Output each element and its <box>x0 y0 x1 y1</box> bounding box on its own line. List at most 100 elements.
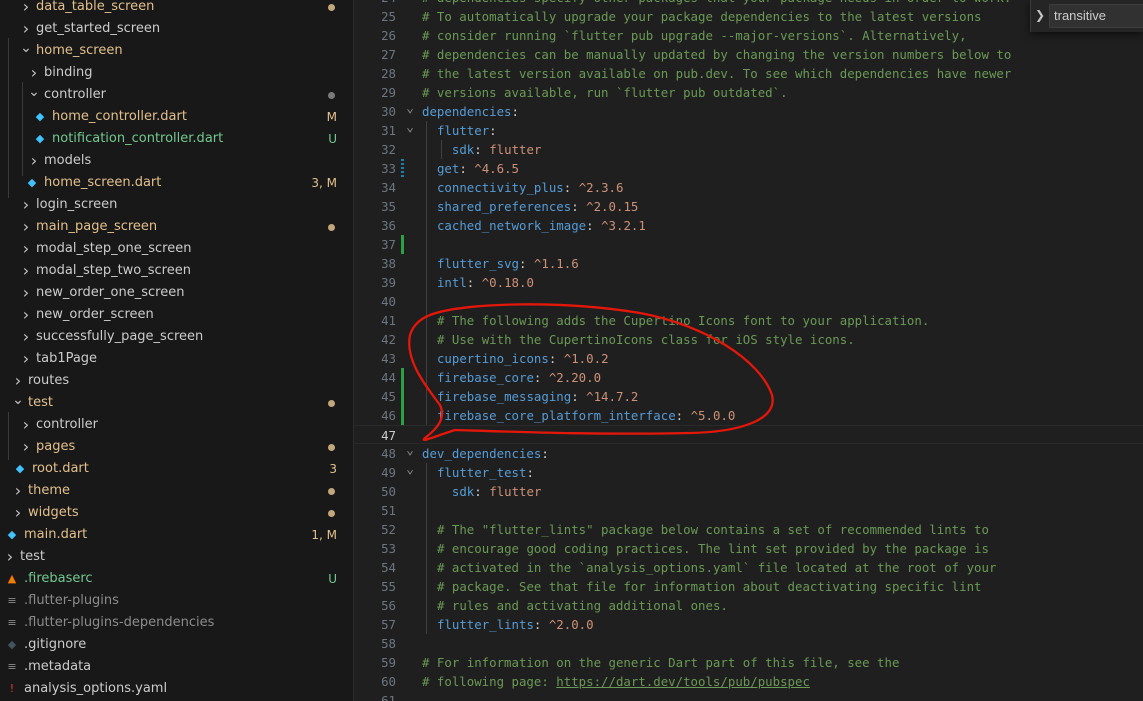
explorer-item[interactable]: ◆ home_controller.dart M <box>0 106 353 128</box>
code-line[interactable]: 37 <box>354 235 1143 254</box>
code-line[interactable]: 59 # For information on the generic Dart … <box>354 653 1143 672</box>
explorer-item[interactable]: › widgets <box>0 502 353 524</box>
code-text: connectivity_plus: ^2.3.6 <box>437 178 624 197</box>
explorer-item-label: tab1Page <box>36 351 98 366</box>
explorer-item[interactable]: ▲ .firebaserc U <box>0 568 353 590</box>
modified-dot-icon <box>328 510 335 517</box>
code-line[interactable]: 41 # The following adds the Cupertino Ico… <box>354 311 1143 330</box>
code-line[interactable]: 31 ⌄ flutter: <box>354 121 1143 140</box>
code-line[interactable]: 34 connectivity_plus: ^2.3.6 <box>354 178 1143 197</box>
git-added-marker[interactable] <box>401 387 404 406</box>
explorer-item[interactable]: › modal_step_one_screen <box>0 238 353 260</box>
chevron-right-icon: › <box>22 283 30 302</box>
code-line[interactable]: 27 # dependencies can be manually updated… <box>354 45 1143 64</box>
explorer-item[interactable]: › controller <box>0 414 353 436</box>
explorer-item[interactable]: › theme <box>0 480 353 502</box>
explorer-item[interactable]: ≡ .flutter-plugins <box>0 590 353 612</box>
explorer-item[interactable]: › test <box>0 546 353 568</box>
chevron-right-icon: › <box>22 195 30 214</box>
code-line[interactable]: 28 # the latest version available on pub.… <box>354 64 1143 83</box>
code-line[interactable]: 40 <box>354 292 1143 311</box>
code-line[interactable]: 60 # following page: https://dart.dev/too… <box>354 672 1143 691</box>
explorer-item[interactable]: › models <box>0 150 353 172</box>
git-modified-marker[interactable] <box>401 159 404 178</box>
code-line[interactable]: 25 # To automatically upgrade your packag… <box>354 7 1143 26</box>
code-line[interactable]: 54 # activated in the `analysis_options.y… <box>354 558 1143 577</box>
code-line[interactable]: 56 # rules and activating additional ones… <box>354 596 1143 615</box>
chevron-right-icon[interactable]: ❯ <box>1035 8 1045 22</box>
explorer-item[interactable]: › successfully_page_screen <box>0 326 353 348</box>
code-line[interactable]: 33 get: ^4.6.5 <box>354 159 1143 178</box>
code-line[interactable]: 36 cached_network_image: ^3.2.1 <box>354 216 1143 235</box>
code-line[interactable]: 26 # consider running `flutter pub upgrad… <box>354 26 1143 45</box>
fold-chevron-icon[interactable]: ⌄ <box>404 102 416 116</box>
explorer-item-label: .flutter-plugins <box>24 593 119 608</box>
git-added-marker[interactable] <box>401 406 404 425</box>
code-line[interactable]: 52 # The "flutter_lints" package below co… <box>354 520 1143 539</box>
code-line[interactable]: 32 sdk: flutter <box>354 140 1143 159</box>
code-line[interactable]: 57 flutter_lints: ^2.0.0 <box>354 615 1143 634</box>
code-line[interactable]: 58 <box>354 634 1143 653</box>
code-line[interactable]: 38 flutter_svg: ^1.1.6 <box>354 254 1143 273</box>
explorer-item[interactable]: ◆ home_screen.dart 3, M <box>0 172 353 194</box>
code-line[interactable]: 49 ⌄ flutter_test: <box>354 463 1143 482</box>
explorer-item[interactable]: › binding <box>0 62 353 84</box>
code-line[interactable]: 53 # encourage good coding practices. The… <box>354 539 1143 558</box>
code-line[interactable]: 29 # versions available, run `flutter pub… <box>354 83 1143 102</box>
code-line[interactable]: 39 intl: ^0.18.0 <box>354 273 1143 292</box>
explorer-item[interactable]: ⌄ test <box>0 392 353 414</box>
code-line[interactable]: 35 shared_preferences: ^2.0.15 <box>354 197 1143 216</box>
code-line[interactable]: 61 <box>354 691 1143 701</box>
code-line[interactable]: 48 ⌄ dev_dependencies: <box>354 444 1143 463</box>
explorer-item[interactable]: › modal_step_two_screen <box>0 260 353 282</box>
fold-chevron-icon[interactable]: ⌄ <box>404 463 416 477</box>
line-number: 44 <box>381 370 396 385</box>
explorer-item[interactable]: › routes <box>0 370 353 392</box>
code-line[interactable]: 42 # Use with the CupertinoIcons class fo… <box>354 330 1143 349</box>
explorer-item[interactable]: › get_started_screen <box>0 18 353 40</box>
code-line-active[interactable]: 47 <box>354 425 1143 444</box>
code-line[interactable]: 30 ⌄ dependencies: <box>354 102 1143 121</box>
code-text: dev_dependencies: <box>422 444 549 463</box>
code-line[interactable]: 51 <box>354 501 1143 520</box>
explorer-item[interactable]: › data_table_screen <box>0 0 353 18</box>
explorer-item[interactable]: ◆ .gitignore <box>0 634 353 656</box>
explorer-item[interactable]: › login_screen <box>0 194 353 216</box>
line-number: 50 <box>381 484 396 499</box>
code-line[interactable]: 44 firebase_core: ^2.20.0 <box>354 368 1143 387</box>
git-added-marker[interactable] <box>401 235 404 254</box>
chevron-down-icon: ⌄ <box>20 40 32 56</box>
explorer-item[interactable]: › tab1Page <box>0 348 353 370</box>
code-line[interactable]: 43 cupertino_icons: ^1.0.2 <box>354 349 1143 368</box>
code-line[interactable]: 24 # dependencies specify other packages … <box>354 0 1143 7</box>
explorer-item[interactable]: ≡ .metadata <box>0 656 353 678</box>
fold-chevron-icon[interactable]: ⌄ <box>404 444 416 458</box>
explorer-item[interactable]: ⌄ home_screen <box>0 40 353 62</box>
code-line[interactable]: 50 sdk: flutter <box>354 482 1143 501</box>
code-line[interactable]: 46 firebase_core_platform_interface: ^5.0… <box>354 406 1143 425</box>
code-editor[interactable]: 24 # dependencies specify other packages … <box>354 0 1143 701</box>
code-link[interactable]: https://dart.dev/tools/pub/pubspec <box>556 674 810 689</box>
explorer-item[interactable]: › main_page_screen <box>0 216 353 238</box>
code-token: : <box>526 465 534 480</box>
code-token: : <box>571 389 587 404</box>
code-line[interactable]: 45 firebase_messaging: ^14.7.2 <box>354 387 1143 406</box>
line-number: 36 <box>381 218 396 233</box>
code-line[interactable]: 55 # package. See that file for informati… <box>354 577 1143 596</box>
explorer-item-label: test <box>20 549 45 564</box>
explorer-item[interactable]: › pages <box>0 436 353 458</box>
fold-chevron-icon[interactable]: ⌄ <box>404 121 416 135</box>
explorer-item[interactable]: ! analysis_options.yaml <box>0 678 353 700</box>
explorer-item[interactable]: › new_order_one_screen <box>0 282 353 304</box>
search-input[interactable]: transitive <box>1049 4 1143 28</box>
git-added-marker[interactable] <box>401 368 404 387</box>
code-token: : <box>571 199 587 214</box>
explorer-item[interactable]: ≡ .flutter-plugins-dependencies <box>0 612 353 634</box>
explorer-item[interactable]: › new_order_screen <box>0 304 353 326</box>
explorer-item[interactable]: ◆ notification_controller.dart U <box>0 128 353 150</box>
explorer-item[interactable]: ◆ root.dart 3 <box>0 458 353 480</box>
explorer-item[interactable]: ◆ main.dart 1, M <box>0 524 353 546</box>
line-number: 29 <box>381 85 396 100</box>
explorer-item[interactable]: ⌄ controller <box>0 84 353 106</box>
chevron-right-icon: › <box>14 481 22 500</box>
